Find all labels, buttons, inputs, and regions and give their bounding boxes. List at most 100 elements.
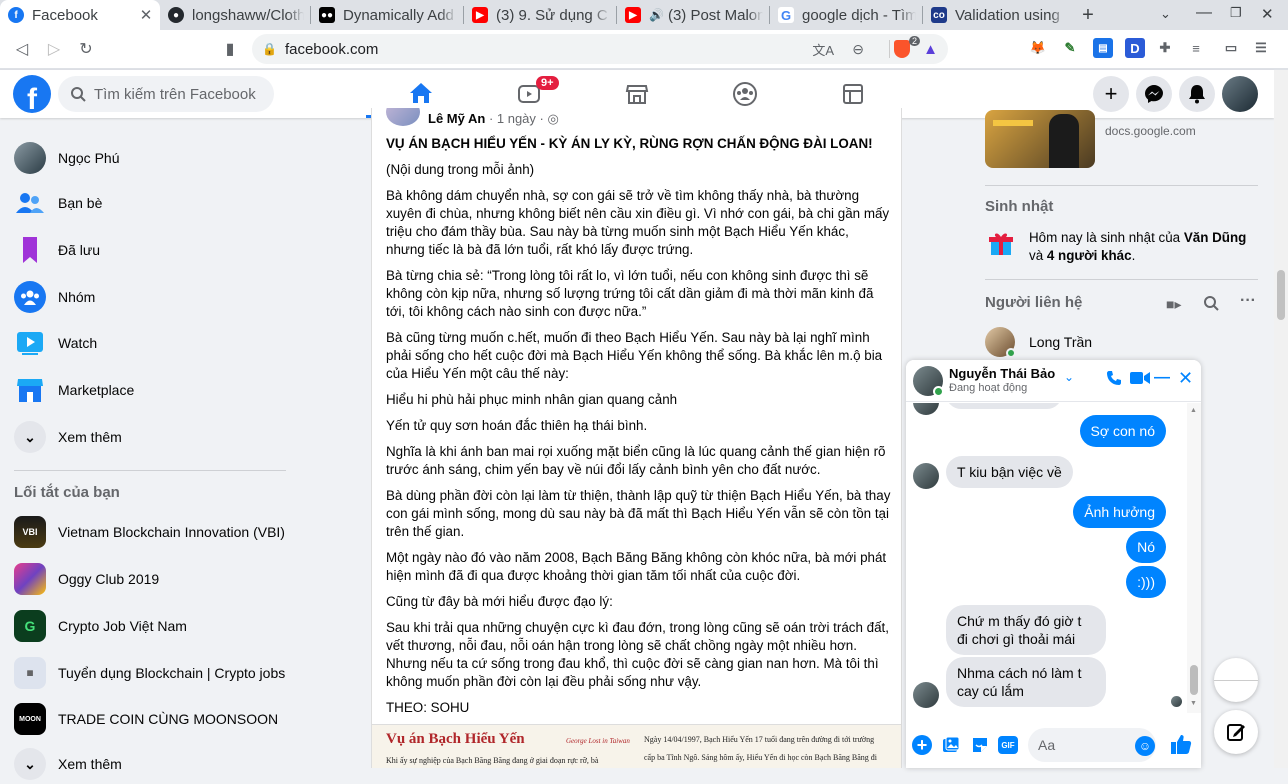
post-image[interactable]: Vụ án Bạch Hiểu Yến George Lost in Taiwa… (372, 724, 901, 768)
message-bubble-sent[interactable]: Ảnh hưởng (1073, 496, 1166, 528)
message-bubble-received[interactable]: T kiu bận việc về (946, 456, 1073, 488)
speaker-icon[interactable]: 🔊 (649, 8, 664, 22)
birthday-name[interactable]: Văn Dũng (1184, 230, 1247, 245)
translate-icon[interactable]: 文A (812, 40, 834, 59)
sidebar-item-saved[interactable]: Đã lưu (14, 230, 100, 270)
extension-icon[interactable]: ▤ (1093, 38, 1113, 58)
sponsored-image[interactable] (985, 110, 1095, 168)
message-bubble-sent[interactable]: Sợ con nó (1079, 415, 1166, 447)
message-bubble[interactable] (946, 403, 1062, 409)
sidebar-see-more[interactable]: ⌄ Xem thêm (14, 417, 122, 457)
menu-icon[interactable]: ☰ (1251, 38, 1271, 58)
post-paragraph: Một ngày nào đó vào năm 2008, Bạch Băng … (386, 550, 887, 583)
tab-medium[interactable]: ●● Dynamically Add (311, 0, 463, 30)
chevron-down-icon[interactable]: ⌄ (1064, 370, 1074, 384)
puzzle-icon[interactable]: ✚ (1155, 38, 1175, 58)
chat-scrollbar[interactable]: ▲ ▼ (1187, 403, 1201, 713)
wallet-icon[interactable]: ▭ (1221, 38, 1241, 58)
sidebar-item-label: Marketplace (58, 382, 135, 398)
close-icon[interactable]: ✕ (1178, 368, 1193, 389)
tab-google[interactable]: G google dịch - Tìm (770, 0, 922, 30)
facebook-logo[interactable]: f (13, 75, 51, 113)
avatar (985, 327, 1016, 358)
address-bar[interactable]: 🔒 facebook.com 文A ⊖ 2 ▲ (252, 34, 948, 64)
extension-icon[interactable]: ✎ (1060, 38, 1080, 58)
scrollbar-thumb[interactable] (1277, 270, 1285, 320)
chat-window: Nguyễn Thái Bảo Đang hoạt động ⌄ — ✕ Sợ … (906, 360, 1201, 768)
new-message-button[interactable] (1214, 710, 1258, 754)
brave-shield-icon[interactable] (894, 40, 910, 58)
sidebar-item-friends[interactable]: Bạn bè (14, 183, 102, 223)
ad-person (1049, 114, 1079, 168)
chat-contact-name[interactable]: Nguyễn Thái Bảo (949, 366, 1055, 381)
post-paragraph: Yến tử quy sơn hoán đắc thiên hạ thái bì… (386, 418, 648, 433)
phone-icon[interactable] (1106, 370, 1122, 391)
message-bubble-sent[interactable]: :))) (1126, 566, 1166, 598)
sidebar-item-watch[interactable]: Watch (14, 323, 97, 363)
emoji-icon[interactable]: ☺ (1135, 736, 1155, 756)
shortcut-item[interactable]: ▦ Tuyển dụng Blockchain | Crypto jobs (14, 653, 285, 693)
shortcuts-see-more[interactable]: ⌄ Xem thêm (14, 744, 122, 784)
avatar (913, 463, 939, 489)
back-icon[interactable]: ◁ (6, 33, 38, 65)
shortcut-item[interactable]: G Crypto Job Việt Nam (14, 606, 187, 646)
page-scrollbar[interactable] (1274, 70, 1288, 768)
extension-icon[interactable]: D (1125, 38, 1145, 58)
message-bubble-received[interactable]: Chứ m thấy đó giờ t đi chơi gì thoải mái (946, 605, 1106, 655)
sidebar-item-marketplace[interactable]: Marketplace (14, 370, 134, 410)
post-paragraph: Bà cũng từng muốn c.hết, muốn đi theo Bạ… (386, 330, 883, 381)
contact-item[interactable]: Long Trần (985, 326, 1257, 358)
message-bubble-received[interactable]: Nhma cách nó làm t cay cú lắm (946, 657, 1106, 707)
bookmark-icon[interactable]: ▮ (214, 33, 246, 65)
forward-icon[interactable]: ▷ (38, 33, 70, 65)
close-icon[interactable]: ✕ (138, 6, 154, 24)
window-close-icon[interactable]: ✕ (1261, 5, 1274, 23)
chat-avatar[interactable] (913, 366, 944, 397)
shortcut-item[interactable]: VBI Vietnam Blockchain Innovation (VBI) (14, 512, 285, 552)
tab-search-icon[interactable]: ⌄ (1160, 6, 1171, 22)
post-paragraph: THEO: SOHU (386, 700, 470, 715)
zoom-icon[interactable]: ⊖ (852, 41, 864, 58)
tab-facebook[interactable]: f Facebook ✕ (0, 0, 160, 30)
shortcut-item[interactable]: Oggy Club 2019 (14, 559, 159, 599)
scroll-down-icon[interactable]: ▼ (1190, 700, 1197, 707)
chevron-down-icon: ⌄ (14, 748, 46, 780)
post-time[interactable]: · 1 ngày · (489, 111, 544, 126)
minimize-icon[interactable]: — (1154, 369, 1170, 387)
chat-scrollbar-thumb[interactable] (1190, 665, 1198, 695)
tab-github[interactable]: ● longshaww/Cloth (160, 0, 310, 30)
tab-codepen[interactable]: co Validation using (923, 0, 1073, 30)
search-icon[interactable] (1203, 295, 1219, 316)
like-icon[interactable] (1170, 733, 1192, 760)
video-call-icon[interactable]: ■▸ (1166, 296, 1181, 313)
gif-icon[interactable]: GIF (998, 736, 1018, 754)
playlist-icon[interactable]: ≡ (1186, 38, 1206, 58)
divider (14, 470, 286, 471)
plus-icon[interactable]: + (912, 735, 932, 755)
message-bubble-sent[interactable]: Nó (1126, 531, 1166, 563)
sponsored-title-fragment (1105, 106, 1257, 118)
reload-icon[interactable]: ↻ (70, 33, 102, 65)
video-call-icon[interactable] (1130, 371, 1150, 390)
shortcut-item[interactable]: MOON TRADE COIN CÙNG MOONSOON (14, 699, 278, 739)
image-icon[interactable] (942, 736, 960, 759)
scroll-up-icon[interactable]: ▲ (1190, 407, 1197, 414)
author-avatar[interactable] (386, 108, 420, 126)
post-paragraph: Sau khi trải qua những chuyện cực kì đau… (386, 620, 889, 689)
more-options-icon[interactable]: ··· (1240, 292, 1256, 310)
birthday-others[interactable]: 4 người khác (1047, 248, 1132, 263)
new-tab-icon[interactable]: + (1073, 4, 1103, 27)
minimize-icon[interactable]: — (1196, 4, 1212, 22)
sponsored-domain[interactable]: docs.google.com (1105, 124, 1196, 138)
post-author[interactable]: Lê Mỹ An (428, 111, 485, 126)
search-input[interactable]: Tìm kiếm trên Facebook (58, 76, 274, 112)
restore-icon[interactable]: ❐ (1230, 5, 1242, 21)
sidebar-item-groups[interactable]: Nhóm (14, 277, 95, 317)
brave-rewards-icon[interactable]: ▲ (923, 41, 938, 58)
sticker-icon[interactable] (971, 736, 989, 759)
sidebar-item-profile[interactable]: Ngọc Phú (14, 138, 119, 178)
tab-youtube-1[interactable]: ▶ (3) 9. Sử dụng C (464, 0, 616, 30)
collapsed-chats-button[interactable] (1214, 658, 1258, 702)
tab-youtube-2[interactable]: ▶ 🔊 (3) Post Malon (617, 0, 769, 30)
metamask-icon[interactable]: 🦊 (1028, 38, 1048, 58)
